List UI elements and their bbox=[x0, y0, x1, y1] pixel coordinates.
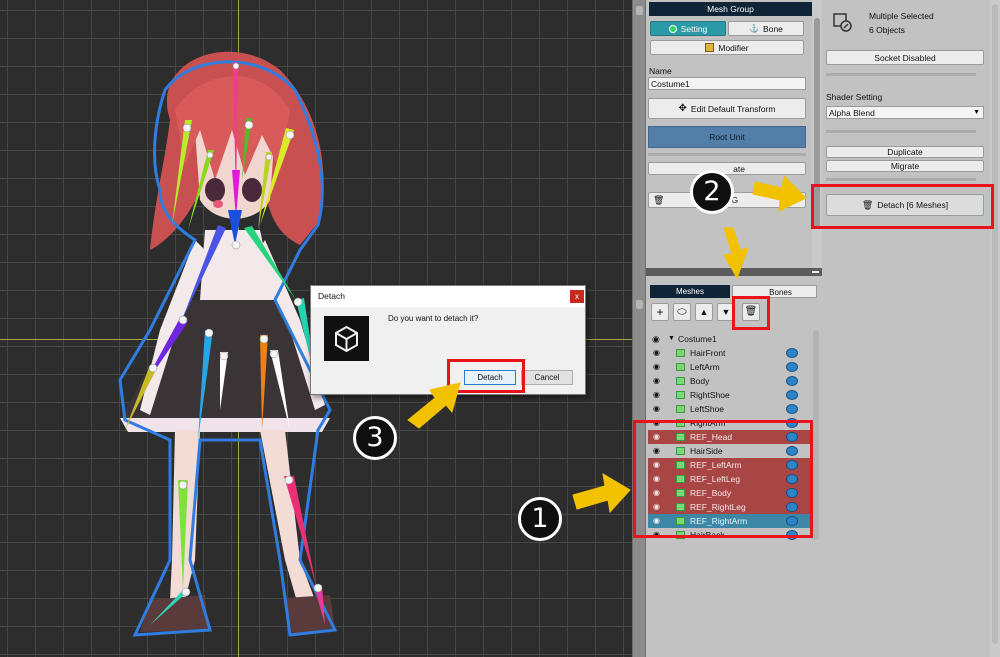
move-up-button[interactable]: ▲ bbox=[695, 303, 713, 321]
tab-bone-label: Bone bbox=[763, 23, 783, 34]
globe-icon[interactable] bbox=[786, 390, 798, 400]
shader-dropdown[interactable]: Alpha Blend ▼ bbox=[826, 106, 984, 119]
divider bbox=[826, 130, 976, 133]
dialog-title: Detach bbox=[311, 286, 585, 307]
inspector-subtitle: 6 Objects bbox=[869, 25, 905, 35]
setting-icon bbox=[668, 24, 677, 33]
modifier-icon bbox=[705, 43, 715, 52]
highlight-box-dialog-detach bbox=[447, 359, 525, 393]
tab-setting[interactable]: Setting bbox=[650, 21, 726, 36]
list-item-label: LeftShoe bbox=[690, 404, 725, 414]
divider bbox=[826, 178, 976, 181]
duplicate-mesh-group-button[interactable]: ate bbox=[648, 162, 806, 175]
edit-default-transform-label: Edit Default Transform bbox=[690, 103, 776, 114]
modifier-button[interactable]: Modifier bbox=[650, 40, 804, 55]
expand-arrow-icon[interactable]: ▼ bbox=[668, 332, 675, 346]
tab-setting-label: Setting bbox=[680, 23, 708, 34]
root-unit-button[interactable]: Root Unit bbox=[648, 126, 806, 148]
duplicate-mesh-group-label: ate bbox=[733, 163, 745, 174]
panel-header: Mesh Group bbox=[649, 2, 812, 16]
eye-icon[interactable]: ◉ bbox=[653, 377, 664, 385]
eye-icon[interactable]: ◉ bbox=[653, 363, 664, 371]
list-scrollbar[interactable] bbox=[812, 330, 820, 540]
close-button[interactable]: x bbox=[570, 290, 584, 303]
step-badge-1: 1 bbox=[518, 497, 562, 541]
list-panel-header-bar bbox=[646, 268, 822, 276]
eye-icon[interactable]: ◉ bbox=[653, 391, 664, 399]
step-badge-3: 3 bbox=[353, 416, 397, 460]
name-label: Name bbox=[649, 66, 672, 76]
duplicate-button[interactable]: Duplicate bbox=[826, 146, 984, 158]
list-item-label: LeftArm bbox=[690, 362, 720, 372]
panel-splitter[interactable] bbox=[632, 0, 646, 657]
shader-setting-label: Shader Setting bbox=[826, 92, 883, 102]
highlight-box-meshes bbox=[633, 420, 813, 538]
divider bbox=[826, 73, 976, 76]
globe-icon[interactable] bbox=[786, 404, 798, 414]
mesh-icon bbox=[676, 363, 685, 371]
transform-icon: ✥ bbox=[678, 103, 687, 114]
splitter-handle[interactable] bbox=[636, 300, 643, 309]
tab-meshes[interactable]: Meshes bbox=[650, 285, 730, 298]
list-item[interactable]: ◉ RightShoe bbox=[648, 388, 810, 402]
bone-icon: ⚓ bbox=[749, 24, 760, 33]
highlight-box-delete bbox=[732, 296, 770, 330]
list-item-label: RightShoe bbox=[690, 390, 730, 400]
name-field[interactable]: Costume1 bbox=[648, 77, 806, 90]
link-button[interactable]: ⬭ bbox=[673, 303, 691, 321]
list-item[interactable]: ◉ LeftShoe bbox=[648, 402, 810, 416]
list-root-item[interactable]: ◉ ▼ Costume1 bbox=[648, 332, 810, 346]
inspector-scrollbar[interactable] bbox=[990, 0, 1000, 657]
highlight-box-detach bbox=[811, 184, 994, 229]
scrollbar-thumb[interactable] bbox=[992, 4, 998, 644]
mesh-icon bbox=[676, 349, 685, 357]
list-item[interactable]: ◉ LeftArm bbox=[648, 360, 810, 374]
socket-disabled-button[interactable]: Socket Disabled bbox=[826, 50, 984, 65]
globe-icon[interactable] bbox=[786, 348, 798, 358]
step-badge-2: 2 bbox=[690, 170, 734, 214]
list-item-label: Body bbox=[690, 376, 710, 386]
edit-default-transform-button[interactable]: ✥ Edit Default Transform bbox=[648, 98, 806, 119]
eye-icon[interactable]: ◉ bbox=[653, 349, 664, 357]
mesh-icon bbox=[676, 391, 685, 399]
list-item[interactable]: ◉ HairFront bbox=[648, 346, 810, 360]
mesh-icon bbox=[676, 405, 685, 413]
list-item[interactable]: ◉ Body bbox=[648, 374, 810, 388]
globe-icon[interactable] bbox=[786, 362, 798, 372]
inspector-panel: Multiple Selected 6 Objects Socket Disab… bbox=[822, 0, 1000, 657]
dialog-message: Do you want to detach it? bbox=[388, 314, 479, 323]
modifier-button-label: Modifier bbox=[718, 42, 749, 53]
shader-dropdown-value: Alpha Blend bbox=[829, 108, 875, 118]
globe-icon[interactable] bbox=[786, 376, 798, 386]
minimize-icon[interactable] bbox=[812, 271, 819, 273]
dialog-cancel-button[interactable]: Cancel bbox=[521, 370, 573, 385]
migrate-button[interactable]: Migrate bbox=[826, 160, 984, 172]
add-mesh-button[interactable]: + bbox=[651, 303, 669, 321]
chevron-down-icon: ▼ bbox=[973, 109, 980, 116]
root-item-label: Costume1 bbox=[678, 334, 717, 344]
visibility-icon[interactable]: ◉ bbox=[652, 332, 660, 346]
trash-icon: 🗑 bbox=[653, 194, 665, 205]
splitter-handle[interactable] bbox=[636, 6, 643, 15]
mesh-icon bbox=[676, 377, 685, 385]
inspector-title: Multiple Selected bbox=[869, 11, 934, 21]
tab-bone[interactable]: ⚓ Bone bbox=[728, 21, 804, 36]
divider bbox=[648, 153, 806, 156]
unity-logo-icon bbox=[324, 316, 369, 361]
eye-icon[interactable]: ◉ bbox=[653, 405, 664, 413]
multi-select-icon bbox=[833, 13, 852, 32]
list-item-label: HairFront bbox=[690, 348, 726, 358]
